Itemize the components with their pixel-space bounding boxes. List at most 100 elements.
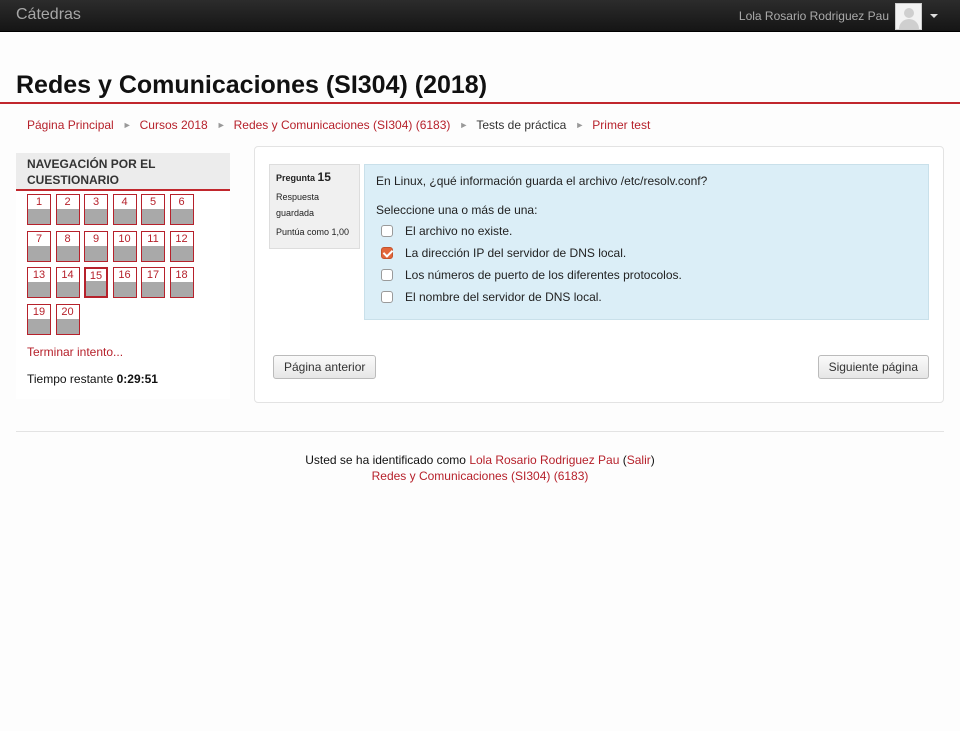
question-nav-button[interactable]: 19 <box>27 303 51 335</box>
question-nav-button[interactable]: 4 <box>112 194 137 225</box>
question-status-fill <box>85 209 107 224</box>
question-status-fill <box>113 209 136 224</box>
avatar-body-shape <box>899 18 919 29</box>
question-nav-number: 6 <box>178 196 185 208</box>
question-status-fill <box>170 209 193 224</box>
answer-option[interactable]: El nombre del servidor de DNS local. <box>376 286 917 308</box>
finish-attempt-link[interactable]: Terminar intento... <box>27 345 123 359</box>
question-nav-number: 19 <box>32 305 46 318</box>
answer-option-label[interactable]: Los números de puerto de los diferentes … <box>405 268 682 282</box>
question-nav-button[interactable]: 7 <box>27 230 51 262</box>
breadcrumb-separator-icon: ► <box>459 120 469 130</box>
quiz-navigation-heading-line1: NAVEGACIÓN POR EL <box>27 157 156 171</box>
question-nav-button[interactable]: 6 <box>169 194 194 225</box>
breadcrumb-section: Tests de práctica <box>476 118 567 132</box>
answer-checkbox[interactable] <box>381 225 393 237</box>
question-nav-button[interactable]: 13 <box>27 267 51 298</box>
question-status-fill <box>113 282 136 297</box>
top-navbar: Cátedras Lola Rosario Rodriguez Pau <box>0 0 960 32</box>
question-state: Respuesta guardada <box>276 189 353 221</box>
question-nav-button[interactable]: 9 <box>84 230 108 262</box>
question-nav-button[interactable]: 15 <box>84 267 108 298</box>
footer-divider <box>16 431 944 432</box>
breadcrumb: Página Principal ► Cursos 2018 ► Redes y… <box>27 118 650 132</box>
question-text: En Linux, ¿qué información guarda el arc… <box>376 174 708 188</box>
question-nav-button[interactable]: 1 <box>27 194 51 225</box>
answer-option[interactable]: Los números de puerto de los diferentes … <box>376 264 917 286</box>
user-name[interactable]: Lola Rosario Rodriguez Pau <box>739 9 889 23</box>
breadcrumb-separator-icon: ► <box>122 120 132 130</box>
quiz-navigation-heading: NAVEGACIÓN POR EL CUESTIONARIO <box>16 153 230 191</box>
breadcrumb-quiz[interactable]: Primer test <box>592 118 650 132</box>
question-status-fill <box>28 282 50 297</box>
question-grade: Puntúa como 1,00 <box>276 227 350 237</box>
question-nav-button[interactable]: 2 <box>55 194 80 225</box>
breadcrumb-separator-icon: ► <box>216 120 226 130</box>
question-nav-button[interactable]: 3 <box>84 194 108 225</box>
question-info-box: Pregunta 15 Respuesta guardada Puntúa co… <box>269 164 360 249</box>
footer: Usted se ha identificado como Lola Rosar… <box>0 452 960 484</box>
question-nav-button[interactable]: 14 <box>55 267 80 298</box>
question-nav-button[interactable]: 8 <box>55 230 80 262</box>
answer-checkbox[interactable] <box>381 269 393 281</box>
user-menu[interactable]: Lola Rosario Rodriguez Pau <box>739 0 960 32</box>
login-info: Usted se ha identificado como Lola Rosar… <box>0 452 960 468</box>
question-nav-number: 8 <box>64 232 71 245</box>
question-nav-number: 11 <box>147 232 159 245</box>
avatar-head-shape <box>904 7 914 18</box>
footer-user-link[interactable]: Lola Rosario Rodriguez Pau <box>469 453 619 467</box>
question-nav-number: 12 <box>175 232 188 245</box>
question-status-fill <box>56 282 79 297</box>
answer-option[interactable]: El archivo no existe. <box>376 220 917 242</box>
next-page-button[interactable]: Siguiente página <box>817 355 929 379</box>
answer-option[interactable]: La dirección IP del servidor de DNS loca… <box>376 242 917 264</box>
answer-option-label[interactable]: La dirección IP del servidor de DNS loca… <box>405 246 626 260</box>
answer-checkbox[interactable] <box>381 291 393 303</box>
question-status-fill <box>170 245 193 261</box>
answer-checkbox[interactable] <box>381 247 393 259</box>
question-state-line1: Respuesta <box>276 192 320 202</box>
question-nav-number: 18 <box>175 269 188 281</box>
chevron-down-icon[interactable] <box>930 14 938 18</box>
breadcrumb-separator-icon: ► <box>575 120 585 130</box>
question-status-fill <box>28 318 50 334</box>
question-status-fill <box>56 245 79 261</box>
answer-option-label[interactable]: El nombre del servidor de DNS local. <box>405 290 602 304</box>
question-status-fill <box>28 209 50 224</box>
avatar[interactable] <box>895 2 922 30</box>
logout-link[interactable]: Salir <box>627 453 651 467</box>
question-nav-button[interactable]: 11 <box>141 230 165 262</box>
question-status-fill <box>28 245 50 261</box>
question-nav-number: 7 <box>35 232 43 245</box>
brand-link[interactable]: Cátedras <box>16 6 81 24</box>
breadcrumb-course[interactable]: Redes y Comunicaciones (SI304) (6183) <box>234 118 451 132</box>
answer-option-label[interactable]: El archivo no existe. <box>405 224 512 238</box>
previous-page-button[interactable]: Página anterior <box>273 355 377 379</box>
question-nav-number: 20 <box>61 305 74 318</box>
quiz-navigation-block: NAVEGACIÓN POR EL CUESTIONARIO 123456789… <box>16 153 230 399</box>
time-remaining: Tiempo restante 0:29:51 <box>27 372 158 386</box>
question-status-fill <box>86 281 106 296</box>
question-nav-number: 16 <box>118 269 131 281</box>
question-nav-button[interactable]: 12 <box>169 230 194 262</box>
breadcrumb-home[interactable]: Página Principal <box>27 118 114 132</box>
page-title: Redes y Comunicaciones (SI304) (2018) <box>16 71 488 99</box>
timer-value: 0:29:51 <box>116 372 158 386</box>
question-nav-number: 5 <box>149 196 157 208</box>
question-nav-button[interactable]: 5 <box>141 194 165 225</box>
title-divider <box>0 102 960 104</box>
question-nav-button[interactable]: 20 <box>55 303 80 335</box>
question-number: Pregunta 15 <box>276 170 353 184</box>
question-nav-button[interactable]: 16 <box>112 267 137 298</box>
question-nav-number: 4 <box>121 196 128 208</box>
question-label: Pregunta <box>276 173 316 183</box>
question-state-line2: guardada <box>276 208 315 218</box>
footer-course-link[interactable]: Redes y Comunicaciones (SI304) (6183) <box>372 469 589 483</box>
question-nav-number: 1 <box>35 196 43 208</box>
question-nav-button[interactable]: 10 <box>112 230 137 262</box>
question-status-fill <box>142 282 164 297</box>
question-status-fill <box>142 209 164 224</box>
question-nav-button[interactable]: 17 <box>141 267 165 298</box>
question-nav-button[interactable]: 18 <box>169 267 194 298</box>
breadcrumb-courses[interactable]: Cursos 2018 <box>140 118 208 132</box>
